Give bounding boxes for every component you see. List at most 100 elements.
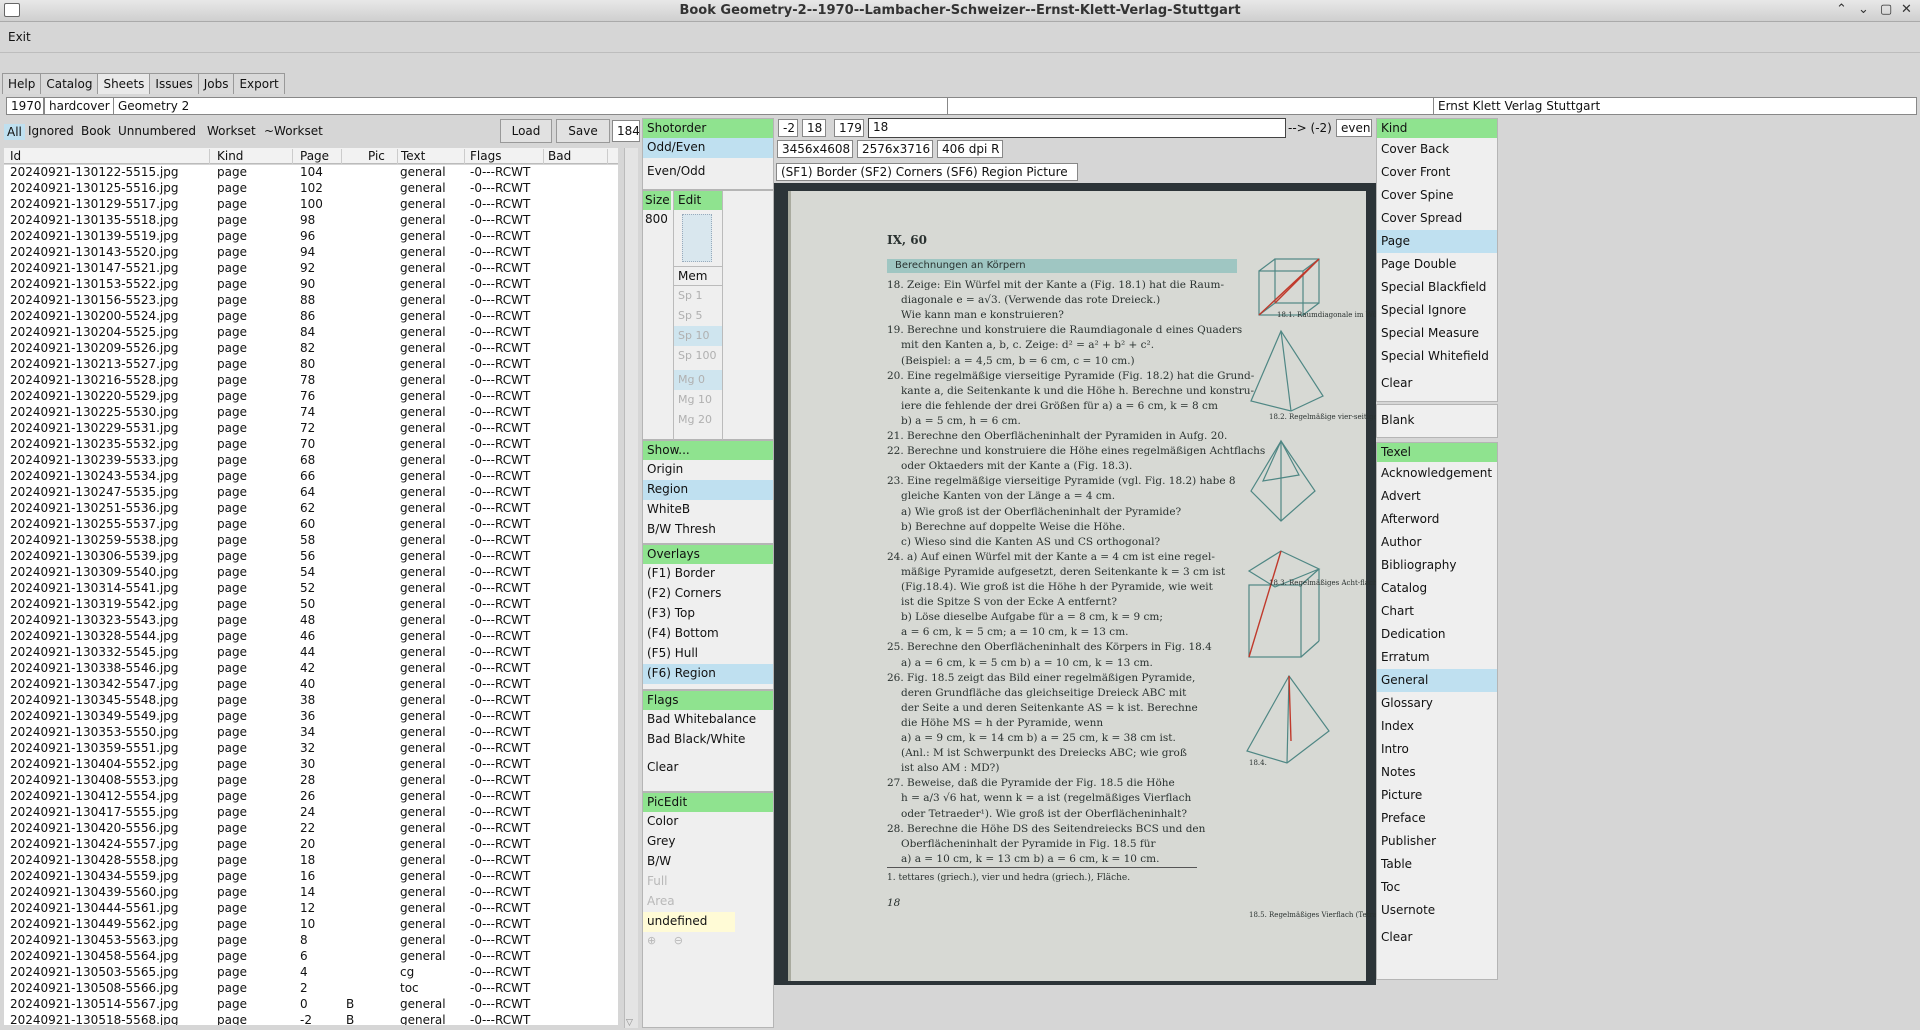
- kind-special-measure[interactable]: Special Measure: [1377, 322, 1497, 345]
- table-row[interactable]: 20240921-130229-5531.jpg page 72 general -0-…: [4, 421, 618, 437]
- table-row[interactable]: 20240921-130412-5554.jpg page 26 general -0-…: [4, 789, 618, 805]
- overlay-bottom[interactable]: (F4) Bottom: [643, 624, 773, 644]
- filter-book[interactable]: Book: [81, 124, 111, 138]
- kind-page-double[interactable]: Page Double: [1377, 253, 1497, 276]
- show-region[interactable]: Region: [643, 480, 773, 500]
- col-text[interactable]: Text: [401, 149, 465, 164]
- mem-button[interactable]: Mem: [674, 266, 722, 286]
- table-row[interactable]: 20240921-130243-5534.jpg page 66 general -0-…: [4, 469, 618, 485]
- even-odd-option[interactable]: Even/Odd: [643, 162, 773, 182]
- table-row[interactable]: 20240921-130156-5523.jpg page 88 general -0-…: [4, 293, 618, 309]
- picedit-color[interactable]: Color: [643, 812, 773, 832]
- table-row[interactable]: 20240921-130434-5559.jpg page 16 general -0-…: [4, 869, 618, 885]
- tab-catalog[interactable]: Catalog: [40, 73, 99, 94]
- exit-menu[interactable]: Exit: [8, 30, 31, 44]
- binding-field[interactable]: hardcover: [44, 97, 114, 115]
- table-row[interactable]: 20240921-130353-5550.jpg page 34 general -0-…: [4, 725, 618, 741]
- table-row[interactable]: 20240921-130458-5564.jpg page 6 general -0--…: [4, 949, 618, 965]
- show-bw-thresh[interactable]: B/W Thresh: [643, 520, 773, 540]
- table-scrollbar[interactable]: ▽: [624, 148, 638, 1028]
- show-whiteb[interactable]: WhiteB: [643, 500, 773, 520]
- texel-general[interactable]: General: [1377, 669, 1497, 692]
- table-row[interactable]: 20240921-130259-5538.jpg page 58 general -0-…: [4, 533, 618, 549]
- texel-preface[interactable]: Preface: [1377, 807, 1497, 830]
- texel-table[interactable]: Table: [1377, 853, 1497, 876]
- table-row[interactable]: 20240921-130338-5546.jpg page 42 general -0-…: [4, 661, 618, 677]
- table-row[interactable]: 20240921-130328-5544.jpg page 46 general -0-…: [4, 629, 618, 645]
- mg-20-option[interactable]: Mg 20: [674, 410, 722, 430]
- col-flags[interactable]: Flags: [470, 149, 544, 164]
- table-row[interactable]: 20240921-130306-5539.jpg page 56 general -0-…: [4, 549, 618, 565]
- minimize-icon[interactable]: ⌄: [1858, 2, 1869, 17]
- overlay-border[interactable]: (F1) Border: [643, 564, 773, 584]
- texel-intro[interactable]: Intro: [1377, 738, 1497, 761]
- texel-chart[interactable]: Chart: [1377, 600, 1497, 623]
- texel-glossary[interactable]: Glossary: [1377, 692, 1497, 715]
- table-row[interactable]: 20240921-130247-5535.jpg page 64 general -0-…: [4, 485, 618, 501]
- picedit-adjust-icons[interactable]: ⊕ ⊖: [643, 932, 773, 952]
- table-row[interactable]: 20240921-130417-5555.jpg page 24 general -0-…: [4, 805, 618, 821]
- overlay-top[interactable]: (F3) Top: [643, 604, 773, 624]
- table-row[interactable]: 20240921-130125-5516.jpg page 102 general -0…: [4, 181, 618, 197]
- table-row[interactable]: 20240921-130143-5520.jpg page 94 general -0-…: [4, 245, 618, 261]
- texel-afterword[interactable]: Afterword: [1377, 508, 1497, 531]
- table-row[interactable]: 20240921-130424-5557.jpg page 20 general -0-…: [4, 837, 618, 853]
- year-field[interactable]: 1970: [6, 97, 44, 115]
- book-extra-field[interactable]: [947, 97, 1434, 115]
- sp-5-option[interactable]: Sp 5: [674, 306, 722, 326]
- sp-1-option[interactable]: Sp 1: [674, 286, 722, 306]
- page-field[interactable]: 18: [802, 119, 826, 137]
- tab-sheets[interactable]: Sheets: [97, 73, 151, 94]
- kind-page[interactable]: Page: [1377, 230, 1497, 253]
- table-row[interactable]: 20240921-130216-5528.jpg page 78 general -0-…: [4, 373, 618, 389]
- table-row[interactable]: 20240921-130153-5522.jpg page 90 general -0-…: [4, 277, 618, 293]
- sp-100-option[interactable]: Sp 100: [674, 346, 722, 366]
- kind-special-ignore[interactable]: Special Ignore: [1377, 299, 1497, 322]
- show-origin[interactable]: Origin: [643, 460, 773, 480]
- texel-erratum[interactable]: Erratum: [1377, 646, 1497, 669]
- filter-ignored[interactable]: Ignored: [28, 124, 74, 138]
- tab-jobs[interactable]: Jobs: [197, 73, 235, 94]
- texel-catalog[interactable]: Catalog: [1377, 577, 1497, 600]
- filter-not-workset[interactable]: ~Workset: [264, 124, 323, 138]
- texel-author[interactable]: Author: [1377, 531, 1497, 554]
- close-icon[interactable]: ✕: [1901, 2, 1912, 17]
- table-row[interactable]: 20240921-130518-5568.jpg page -2 Bgeneral -0…: [4, 1013, 618, 1025]
- table-row[interactable]: 20240921-130453-5563.jpg page 8 general -0--…: [4, 933, 618, 949]
- texel-picture[interactable]: Picture: [1377, 784, 1497, 807]
- texel-index[interactable]: Index: [1377, 715, 1497, 738]
- table-row[interactable]: 20240921-130251-5536.jpg page 62 general -0-…: [4, 501, 618, 517]
- table-row[interactable]: 20240921-130314-5541.jpg page 52 general -0-…: [4, 581, 618, 597]
- prev-page-field[interactable]: -2: [778, 119, 798, 137]
- flags-clear[interactable]: Clear: [643, 758, 773, 778]
- table-row[interactable]: 20240921-130200-5524.jpg page 86 general -0-…: [4, 309, 618, 325]
- texel-clear[interactable]: Clear: [1377, 926, 1497, 949]
- table-row[interactable]: 20240921-130309-5540.jpg page 54 general -0-…: [4, 565, 618, 581]
- table-row[interactable]: 20240921-130449-5562.jpg page 10 general -0-…: [4, 917, 618, 933]
- table-row[interactable]: 20240921-130135-5518.jpg page 98 general -0-…: [4, 213, 618, 229]
- table-row[interactable]: 20240921-130349-5549.jpg page 36 general -0-…: [4, 709, 618, 725]
- table-row[interactable]: 20240921-130332-5545.jpg page 44 general -0-…: [4, 645, 618, 661]
- scroll-down-icon[interactable]: ▽: [626, 1018, 633, 1028]
- col-pic[interactable]: Pic: [368, 149, 398, 164]
- table-row[interactable]: 20240921-130342-5547.jpg page 40 general -0-…: [4, 677, 618, 693]
- texel-usernote[interactable]: Usernote: [1377, 899, 1497, 922]
- page-preview[interactable]: IX, 60 Berechnungen an Körpern 18. Zeige…: [774, 183, 1376, 985]
- kind-special-whitefield[interactable]: Special Whitefield: [1377, 345, 1497, 368]
- picedit-grey[interactable]: Grey: [643, 832, 773, 852]
- table-row[interactable]: 20240921-130220-5529.jpg page 76 general -0-…: [4, 389, 618, 405]
- texel-notes[interactable]: Notes: [1377, 761, 1497, 784]
- table-row[interactable]: 20240921-130404-5552.jpg page 30 general -0-…: [4, 757, 618, 773]
- texel-advert[interactable]: Advert: [1377, 485, 1497, 508]
- table-row[interactable]: 20240921-130255-5537.jpg page 60 general -0-…: [4, 517, 618, 533]
- table-row[interactable]: 20240921-130503-5565.jpg page 4 cg -0---RCWT: [4, 965, 618, 981]
- texel-publisher[interactable]: Publisher: [1377, 830, 1497, 853]
- table-row[interactable]: 20240921-130235-5532.jpg page 70 general -0-…: [4, 437, 618, 453]
- texel-toc[interactable]: Toc: [1377, 876, 1497, 899]
- mg-0-option[interactable]: Mg 0: [674, 370, 722, 390]
- flag-bad-whitebalance[interactable]: Bad Whitebalance: [643, 710, 773, 730]
- table-row[interactable]: 20240921-130129-5517.jpg page 100 general -0…: [4, 197, 618, 213]
- table-row[interactable]: 20240921-130420-5556.jpg page 22 general -0-…: [4, 821, 618, 837]
- table-row[interactable]: 20240921-130147-5521.jpg page 92 general -0-…: [4, 261, 618, 277]
- blank-option[interactable]: Blank: [1377, 405, 1497, 427]
